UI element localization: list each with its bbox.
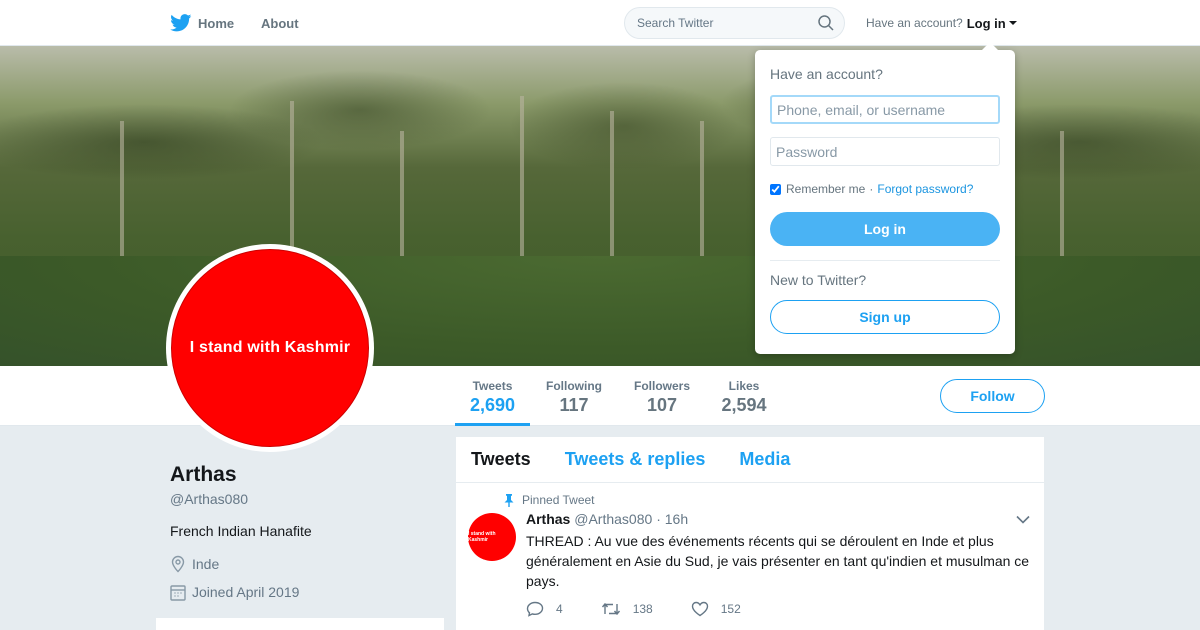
chevron-down-icon[interactable]	[1016, 515, 1030, 524]
tweet-author-handle[interactable]: @Arthas080	[574, 511, 652, 527]
avatar-image: I stand with Kashmir	[171, 249, 369, 447]
tab-media[interactable]: Media	[739, 449, 790, 470]
tweet-avatar[interactable]: I stand with Kashmir	[468, 513, 516, 561]
pinned-indicator: Pinned Tweet	[504, 493, 595, 507]
new-to-twitter-text: New to Twitter?	[770, 272, 867, 288]
tweet-avatar-text: I stand with Kashmir	[468, 531, 496, 543]
stat-tweets[interactable]: Tweets 2,690	[455, 366, 530, 426]
retweet-icon	[601, 602, 620, 616]
signup-button[interactable]: Sign up	[770, 300, 1000, 334]
login-dropdown-toggle[interactable]: Log in	[967, 16, 1006, 31]
tweet-author-name[interactable]: Arthas	[526, 511, 570, 527]
stat-followers[interactable]: Followers 107	[627, 366, 697, 426]
like-count: 152	[720, 602, 741, 616]
stat-following[interactable]: Following 117	[538, 366, 610, 426]
calendar-icon	[170, 584, 186, 601]
remember-me-checkbox[interactable]	[770, 183, 781, 195]
pinned-tweet[interactable]: Pinned Tweet I stand with Kashmir Arthas…	[456, 483, 1044, 630]
stat-value: 2,594	[721, 395, 767, 415]
stat-label: Followers	[633, 379, 690, 393]
tweet-separator: ·	[656, 511, 661, 527]
stat-value: 2,690	[469, 395, 516, 415]
profile-bio: French Indian Hanafite	[170, 523, 312, 539]
pin-icon	[504, 493, 514, 507]
search-input[interactable]	[625, 8, 805, 38]
heart-icon	[691, 601, 708, 617]
timeline-tabs: Tweets Tweets & replies Media	[456, 437, 1044, 483]
stat-label: Likes	[728, 379, 760, 393]
tweet-text: THREAD : Au vue des événements récents q…	[526, 533, 1030, 589]
login-dropdown-title: Have an account?	[770, 66, 883, 82]
profile-handle[interactable]: @Arthas080	[170, 491, 248, 507]
have-account-text: Have an account?	[866, 16, 963, 30]
caret-down-icon[interactable]	[1008, 21, 1017, 25]
pinned-label: Pinned Tweet	[522, 493, 595, 507]
password-field[interactable]	[770, 137, 1000, 166]
nav-home-link[interactable]: Home	[170, 0, 234, 46]
profile-joined: Joined April 2019	[170, 582, 299, 602]
joined-text: Joined April 2019	[192, 584, 300, 600]
top-navigation: Home About Have an account? Log in	[0, 0, 1200, 46]
retweet-action[interactable]: 138	[601, 601, 653, 617]
remember-row: Remember me · Forgot password?	[770, 182, 973, 196]
tweet-timestamp[interactable]: 16h	[665, 511, 688, 527]
remember-me-label[interactable]: Remember me	[786, 182, 865, 196]
tweet-actions: 4 138 152	[526, 601, 779, 617]
profile-location: Inde	[170, 554, 219, 574]
stat-label: Tweets	[472, 379, 513, 393]
search-box[interactable]	[624, 7, 845, 39]
login-dropdown: Have an account? Remember me · Forgot pa…	[755, 42, 1015, 354]
stat-value: 107	[646, 395, 678, 415]
reply-action[interactable]: 4	[526, 601, 563, 617]
location-pin-icon	[171, 555, 185, 573]
stat-label: Following	[546, 379, 602, 393]
like-action[interactable]: 152	[691, 601, 741, 617]
tab-tweets[interactable]: Tweets	[471, 449, 531, 470]
login-button[interactable]: Log in	[770, 212, 1000, 246]
stat-value: 117	[559, 395, 589, 415]
divider	[770, 260, 1000, 261]
twitter-bird-icon	[170, 14, 192, 32]
forgot-password-link[interactable]: Forgot password?	[877, 182, 973, 196]
location-text: Inde	[192, 556, 220, 572]
profile-name[interactable]: Arthas	[170, 463, 237, 487]
nav-about-link[interactable]: About	[261, 0, 299, 46]
profile-avatar[interactable]: I stand with Kashmir	[166, 244, 374, 452]
account-prompt: Have an account? Log in	[866, 0, 1017, 46]
search-icon[interactable]	[818, 15, 834, 31]
retweet-count: 138	[632, 602, 653, 616]
sidebar-card	[156, 618, 444, 630]
reply-icon	[526, 601, 544, 617]
tab-tweets-replies[interactable]: Tweets & replies	[565, 449, 706, 470]
tweet-header: Arthas @Arthas080 · 16h	[526, 511, 688, 527]
stat-likes[interactable]: Likes 2,594	[713, 366, 775, 426]
remember-separator: ·	[869, 182, 874, 196]
username-field[interactable]	[770, 95, 1000, 124]
timeline: Tweets Tweets & replies Media Pinned Twe…	[456, 437, 1044, 630]
nav-home-label: Home	[198, 15, 235, 31]
follow-button[interactable]: Follow	[940, 379, 1045, 413]
reply-count: 4	[556, 602, 563, 616]
avatar-text: I stand with Kashmir	[189, 339, 351, 356]
